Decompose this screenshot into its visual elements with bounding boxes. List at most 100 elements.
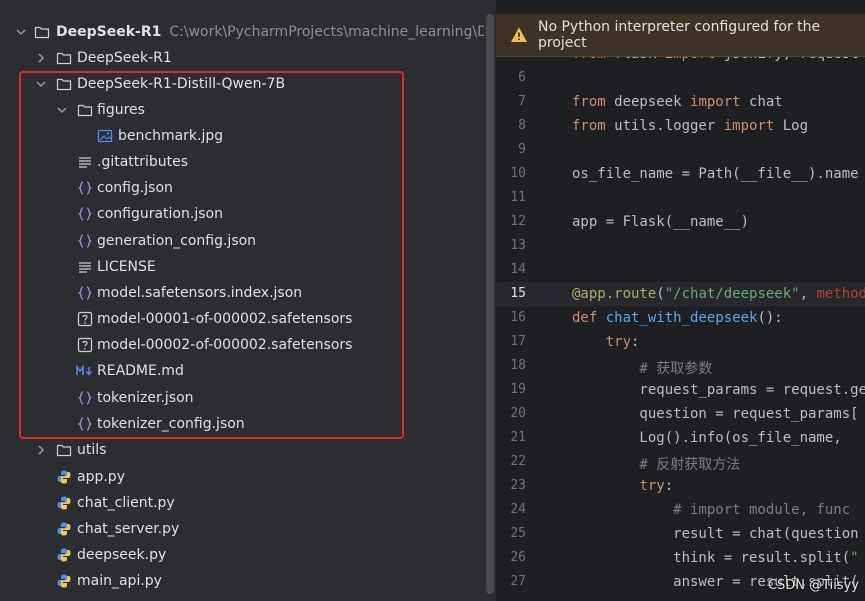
line-number: 17 (510, 334, 526, 349)
folder-icon (56, 50, 72, 66)
code-line[interactable]: from utils.logger import Log (572, 118, 808, 134)
code-line[interactable]: Log().info(os_file_name, (572, 430, 850, 446)
tree-item[interactable]: model.safetensors.index.json (0, 280, 484, 306)
json-file-icon (77, 180, 93, 196)
code-line[interactable]: result = chat(question (572, 526, 858, 542)
tree-item-label: DeepSeek-R1 (77, 50, 172, 66)
tree-item[interactable]: chat_client.py (0, 490, 484, 516)
tree-item[interactable]: chat_server.py (0, 516, 484, 542)
tree-item-label: .gitattributes (97, 154, 189, 170)
chevron-down-icon[interactable] (55, 103, 69, 117)
code-line[interactable]: try: (572, 478, 673, 494)
line-number: 12 (510, 214, 526, 229)
tree-item-label: LICENSE (97, 259, 156, 275)
code-line[interactable]: question = request_params[ (572, 406, 858, 422)
tree-item[interactable]: utils (0, 437, 484, 463)
line-number: 18 (510, 358, 526, 373)
python-file-icon (56, 495, 72, 511)
tree-item-label: utils (77, 442, 107, 458)
tree-item[interactable]: model-00001-of-000002.safetensors (0, 306, 484, 332)
tree-item[interactable]: DeepSeek-R1 (0, 45, 484, 71)
tree-item-label: model-00002-of-000002.safetensors (97, 337, 353, 353)
tree-item[interactable]: LICENSE (0, 254, 484, 280)
text-file-icon (77, 259, 93, 275)
tree-item-label: app.py (77, 469, 125, 485)
tree-item-label: generation_config.json (97, 233, 257, 249)
line-number: 16 (510, 310, 526, 325)
tree-item-label: benchmark.jpg (118, 128, 224, 144)
tree-item[interactable]: benchmark.jpg (0, 123, 484, 149)
line-number: 19 (510, 382, 526, 397)
interpreter-warning-banner[interactable]: No Python interpreter configured for the… (496, 14, 865, 57)
chevron-right-icon[interactable] (34, 443, 48, 457)
python-file-icon (56, 547, 72, 563)
tree-item[interactable]: app.py (0, 464, 484, 490)
line-number: 22 (510, 454, 526, 469)
code-line[interactable]: def chat_with_deepseek(): (572, 310, 783, 326)
line-number: 14 (510, 262, 526, 277)
tree-item-label: config.json (97, 180, 173, 196)
tree-item-label: chat_server.py (77, 521, 180, 537)
code-line[interactable]: think = result.split(" (572, 550, 858, 566)
tree-item[interactable]: deepseek.py (0, 542, 484, 568)
code-line[interactable]: os_file_name = Path(__file__).name (572, 166, 859, 182)
code-line[interactable]: # import module, func (572, 502, 850, 518)
code-line[interactable]: app = Flask(__name__) (572, 214, 749, 230)
json-file-icon (77, 390, 93, 406)
tree-item[interactable]: configuration.json (0, 201, 484, 227)
chevron-down-icon[interactable] (34, 77, 48, 91)
root-path: C:\work\PycharmProjects\machine_learning… (169, 24, 484, 40)
folder-icon (56, 442, 72, 458)
tree-root-row[interactable]: DeepSeek-R1 C:\work\PycharmProjects\machi… (0, 19, 484, 45)
code-line[interactable]: @app.route("/chat/deepseek", methods (572, 286, 865, 302)
tree-item-label: tokenizer.json (97, 390, 194, 406)
folder-icon (34, 24, 50, 40)
tree-item-label: main_api.py (77, 573, 162, 589)
tree-item[interactable]: config.json (0, 175, 484, 201)
code-line[interactable]: request_params = request.get_ (572, 382, 865, 398)
line-number: 9 (518, 142, 526, 157)
tree-item[interactable]: model-00002-of-000002.safetensors (0, 332, 484, 358)
tree-item[interactable]: tokenizer.json (0, 385, 484, 411)
chevron-down-icon[interactable] (14, 25, 28, 39)
code-line[interactable]: # 获取参数 (572, 358, 712, 378)
line-number: 20 (510, 406, 526, 421)
folder-icon (77, 102, 93, 118)
python-file-icon (56, 573, 72, 589)
tree-item-label: DeepSeek-R1-Distill-Qwen-7B (77, 76, 286, 92)
json-file-icon (77, 206, 93, 222)
tree-item-label: configuration.json (97, 206, 223, 222)
line-number: 24 (510, 502, 526, 517)
tree-item[interactable]: README.md (0, 358, 484, 384)
tree-item[interactable]: generation_config.json (0, 228, 484, 254)
root-name: DeepSeek-R1 (56, 24, 162, 40)
unknown-file-icon (77, 337, 93, 353)
tree-item-label: model.safetensors.index.json (97, 285, 303, 301)
code-line[interactable]: from deepseek import chat (572, 94, 783, 110)
tree-item-label: README.md (97, 363, 184, 379)
banner-text: No Python interpreter configured for the… (538, 19, 821, 51)
tree-item[interactable]: DeepSeek-R1-Distill-Qwen-7B (0, 71, 484, 97)
line-number: 8 (518, 118, 526, 133)
python-file-icon (56, 521, 72, 537)
line-number: 13 (510, 238, 526, 253)
watermark: CSDN @Tiisyy (767, 578, 859, 593)
tree-item[interactable]: figures (0, 97, 484, 123)
line-number-current: 15 (510, 286, 526, 301)
tree-item[interactable]: main_api.py (0, 568, 484, 594)
image-file-icon (97, 128, 113, 144)
line-number: 10 (510, 166, 526, 181)
tree-scrollbar-thumb[interactable] (486, 14, 494, 594)
line-number: 23 (510, 478, 526, 493)
tree-item[interactable]: tokenizer_config.json (0, 411, 484, 437)
code-line[interactable]: try: (572, 334, 640, 350)
chevron-right-icon[interactable] (34, 51, 48, 65)
tree-item[interactable]: .gitattributes (0, 149, 484, 175)
code-editor[interactable]: 5 6 7 8 9 10 11 12 13 14 15 16 17 18 19 … (496, 0, 865, 601)
warning-icon (510, 26, 528, 44)
markdown-file-icon (76, 363, 96, 379)
unknown-file-icon (77, 311, 93, 327)
line-number: 25 (510, 526, 526, 541)
code-line[interactable]: # 反射获取方法 (572, 454, 740, 474)
line-number: 6 (518, 70, 526, 85)
